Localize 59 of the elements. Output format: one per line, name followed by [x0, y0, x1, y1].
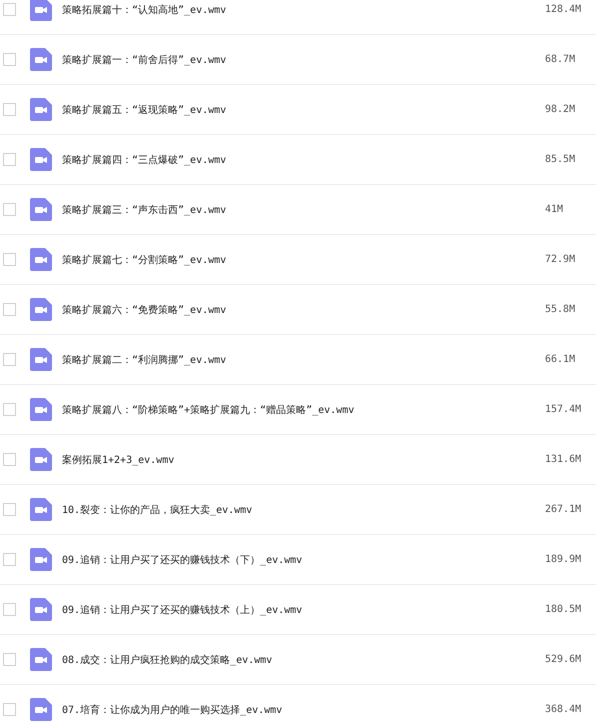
file-size: 98.2M [545, 104, 576, 115]
checkbox[interactable] [3, 103, 16, 116]
checkbox[interactable] [3, 3, 16, 16]
file-name[interactable]: 策略扩展篇一：“前舍后得”_ev.wmv [62, 52, 226, 66]
video-file-icon [30, 98, 52, 121]
checkbox[interactable] [3, 603, 16, 616]
file-size: 368.4M [545, 704, 582, 715]
file-name[interactable]: 策略扩展篇七：“分割策略”_ev.wmv [62, 252, 226, 266]
checkbox[interactable] [3, 203, 16, 216]
file-size: 157.4M [545, 404, 582, 415]
file-name[interactable]: 案例拓展1+2+3_ev.wmv [62, 452, 174, 466]
file-size: 189.9M [545, 554, 582, 565]
video-file-icon [30, 648, 52, 671]
checkbox[interactable] [3, 653, 16, 666]
checkbox[interactable] [3, 453, 16, 466]
file-name[interactable]: 策略拓展篇十：“认知高地”_ev.wmv [62, 2, 226, 16]
video-file-icon [30, 148, 52, 171]
video-file-icon [30, 698, 52, 721]
checkbox[interactable] [3, 553, 16, 566]
file-size: 72.9M [545, 254, 576, 265]
video-file-icon [30, 198, 52, 221]
video-file-icon [30, 498, 52, 521]
file-name[interactable]: 策略扩展篇二：“利润腾挪”_ev.wmv [62, 352, 226, 366]
checkbox[interactable] [3, 253, 16, 266]
video-file-icon [30, 48, 52, 71]
video-file-icon [30, 398, 52, 421]
file-size: 68.7M [545, 54, 576, 65]
file-size: 55.8M [545, 304, 576, 315]
file-name[interactable]: 策略扩展篇五：“返现策略”_ev.wmv [62, 102, 226, 116]
file-name[interactable]: 08.成交：让用户疯狂抢购的成交策略_ev.wmv [62, 652, 272, 666]
checkbox[interactable] [3, 303, 16, 316]
file-size: 85.5M [545, 154, 576, 165]
video-file-icon [30, 248, 52, 271]
file-name[interactable]: 10.裂变：让你的产品，疯狂大卖_ev.wmv [62, 502, 252, 516]
video-file-icon [30, 348, 52, 371]
file-name[interactable]: 09.追销：让用户买了还买的赚钱技术（下）_ev.wmv [62, 552, 302, 566]
checkbox[interactable] [3, 503, 16, 516]
checkbox[interactable] [3, 353, 16, 366]
file-name[interactable]: 09.追销：让用户买了还买的赚钱技术（上）_ev.wmv [62, 602, 302, 616]
checkbox[interactable] [3, 53, 16, 66]
file-size: 267.1M [545, 504, 582, 515]
video-file-icon [30, 598, 52, 621]
file-size: 529.6M [545, 654, 582, 665]
file-name[interactable]: 策略扩展篇六：“免费策略”_ev.wmv [62, 302, 226, 316]
checkbox[interactable] [3, 703, 16, 716]
file-size: 131.6M [545, 454, 582, 465]
file-name[interactable]: 策略扩展篇三：“声东击西”_ev.wmv [62, 202, 226, 216]
file-name[interactable]: 策略扩展篇八：“阶梯策略”+策略扩展篇九：“赠品策略”_ev.wmv [62, 402, 354, 416]
file-size: 128.4M [545, 4, 582, 15]
file-name[interactable]: 07.培育：让你成为用户的唯一购买选择_ev.wmv [62, 702, 282, 716]
file-size: 41M [545, 204, 564, 215]
file-size: 66.1M [545, 354, 576, 365]
checkbox[interactable] [3, 153, 16, 166]
file-size: 180.5M [545, 604, 582, 615]
checkbox[interactable] [3, 403, 16, 416]
video-file-icon [30, 298, 52, 321]
video-file-icon [30, 548, 52, 571]
file-name[interactable]: 策略扩展篇四：“三点爆破”_ev.wmv [62, 152, 226, 166]
video-file-icon [30, 448, 52, 471]
